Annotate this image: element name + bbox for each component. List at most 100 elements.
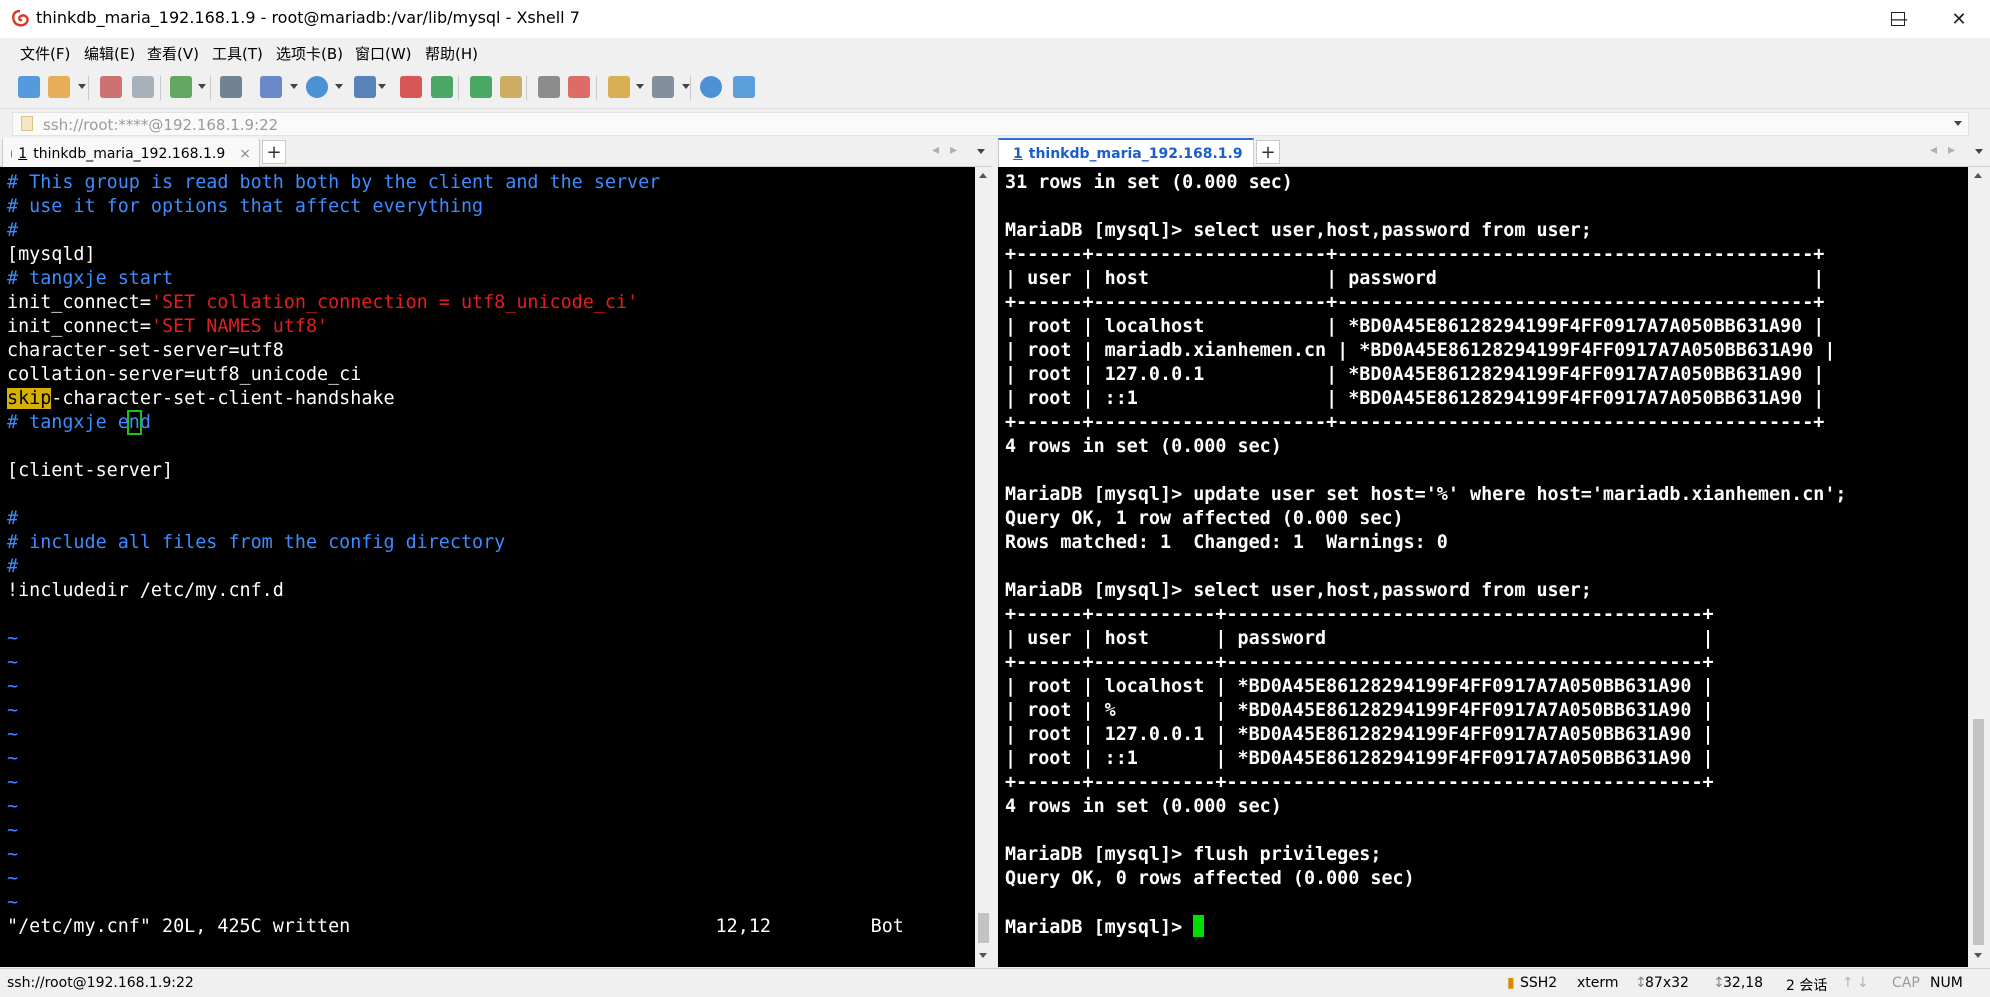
terminal-line: #: [7, 507, 904, 531]
terminal-line: character-set-server=utf8: [7, 339, 904, 363]
highlight-icon[interactable]: [568, 76, 590, 98]
terminal-line: collation-server=utf8_unicode_ci: [7, 363, 904, 387]
menu-tools[interactable]: 工具(T): [212, 43, 263, 64]
status-cursor: 32,18: [1723, 975, 1764, 991]
xftp-icon[interactable]: [400, 76, 422, 98]
dropdown-arrow-icon[interactable]: [335, 84, 343, 89]
tab-menu-icon[interactable]: [977, 149, 985, 154]
left-session-tab[interactable]: 1 thinkdb_maria_192.168.1.9 ×: [2, 138, 260, 167]
close-window-button[interactable]: ✕: [1930, 0, 1988, 38]
terminal-line: | root | localhost | *BD0A45E86128294199…: [1005, 676, 1714, 697]
terminal-line: ~: [7, 747, 904, 771]
open-folder-icon[interactable]: [48, 76, 70, 98]
terminal-line: | root | localhost | *BD0A45E86128294199…: [1005, 316, 1825, 337]
dropdown-arrow-icon[interactable]: [378, 84, 386, 89]
add-tab-button[interactable]: +: [262, 140, 286, 164]
session-up-icon[interactable]: ↑: [1842, 975, 1854, 991]
text-segment: ~: [7, 892, 19, 913]
chat-icon[interactable]: [733, 76, 755, 98]
disconnect-icon[interactable]: [100, 76, 122, 98]
terminal-line: | root | 127.0.0.1 | *BD0A45E86128294199…: [1005, 724, 1714, 745]
right-session-tab[interactable]: 1 thinkdb_maria_192.168.1.9 ×: [998, 138, 1268, 167]
dropdown-arrow-icon[interactable]: [78, 84, 86, 89]
dropdown-arrow-icon[interactable]: [198, 84, 206, 89]
terminal-line: | root | 127.0.0.1 | *BD0A45E86128294199…: [1005, 364, 1825, 385]
dropdown-arrow-icon[interactable]: [636, 84, 644, 89]
find-icon[interactable]: [220, 76, 242, 98]
plus-icon: +: [1260, 141, 1276, 163]
terminal-line: [mysqld]: [7, 243, 904, 267]
scroll-down-icon[interactable]: [979, 953, 987, 958]
lock-icon[interactable]: [500, 76, 522, 98]
menu-view[interactable]: 查看(V): [147, 43, 199, 64]
plus-icon: +: [266, 141, 282, 163]
menu-edit[interactable]: 编辑(E): [84, 43, 135, 64]
add-tab-button[interactable]: +: [1256, 140, 1280, 164]
status-term: xterm: [1577, 975, 1619, 991]
text-segment: skip: [7, 388, 52, 409]
text-segment: ~: [7, 820, 19, 841]
toolbar-separator: [210, 76, 211, 100]
left-scrollbar[interactable]: [975, 167, 992, 967]
right-terminal[interactable]: 31 rows in set (0.000 sec) MariaDB [mysql…: [998, 167, 1968, 967]
status-connection: ssh://root@192.168.1.9:22: [7, 975, 194, 991]
xmanager-icon[interactable]: [431, 76, 453, 98]
xshell-logo-icon: [12, 9, 29, 27]
terminal-line: init_connect='SET collation_connection =…: [7, 291, 904, 315]
right-tabstrip: 1 thinkdb_maria_192.168.1.9 × + ◂ ▸: [998, 136, 1990, 167]
font-icon[interactable]: [354, 76, 376, 98]
tab-prev-icon[interactable]: ◂: [932, 142, 939, 158]
scroll-thumb[interactable]: [978, 913, 989, 943]
scroll-down-icon[interactable]: [1974, 953, 1982, 958]
reconnect-icon[interactable]: [132, 76, 154, 98]
menu-file[interactable]: 文件(F): [20, 43, 70, 64]
globe-icon[interactable]: [306, 76, 328, 98]
terminal-line: ~: [7, 699, 904, 723]
text-segment: -character-set-client-handshake: [51, 388, 395, 409]
fullscreen-icon[interactable]: [470, 76, 492, 98]
transfer-icon[interactable]: [260, 76, 282, 98]
tab-next-icon[interactable]: ▸: [950, 142, 957, 158]
text-segment: ~: [7, 652, 19, 673]
menu-help[interactable]: 帮助(H): [425, 43, 478, 64]
menu-window[interactable]: 窗口(W): [355, 43, 412, 64]
text-segment: ~: [7, 676, 19, 697]
toolbar-separator: [690, 76, 691, 100]
session-down-icon[interactable]: ↓: [1857, 975, 1869, 991]
session-props-icon[interactable]: [170, 76, 192, 98]
dropdown-arrow-icon[interactable]: [682, 84, 690, 89]
terminal-line: Query OK, 0 rows affected (0.000 sec): [1005, 868, 1415, 889]
tab-menu-icon[interactable]: [1975, 149, 1983, 154]
terminal-line: Query OK, 1 row affected (0.000 sec): [1005, 508, 1404, 529]
layout-icon[interactable]: [652, 76, 674, 98]
terminal-line: Rows matched: 1 Changed: 1 Warnings: 0: [1005, 532, 1448, 553]
tab-close-icon[interactable]: ×: [239, 146, 251, 162]
maximize-button[interactable]: [1871, 0, 1929, 38]
text-segment: ~: [7, 628, 19, 649]
tab-prev-icon[interactable]: ◂: [1930, 142, 1937, 158]
tab-next-icon[interactable]: ▸: [1948, 142, 1955, 158]
address-text: ssh://root:****@192.168.1.9:22: [43, 116, 279, 134]
status-dot-icon: [11, 149, 13, 158]
address-dropdown-icon[interactable]: [1954, 121, 1962, 126]
help-icon[interactable]: [700, 76, 722, 98]
scroll-up-icon[interactable]: [979, 173, 987, 178]
menu-tabs[interactable]: 选项卡(B): [276, 43, 343, 64]
mysql-output: 31 rows in set (0.000 sec) MariaDB [mysql…: [1005, 171, 1846, 939]
text-segment: ~: [7, 796, 19, 817]
terminal-line: | root | mariadb.xianhemen.cn | *BD0A45E…: [1005, 340, 1836, 361]
right-scrollbar[interactable]: [1968, 167, 1990, 967]
scroll-up-icon[interactable]: [1974, 173, 1982, 178]
left-terminal[interactable]: # This group is read both both by the cl…: [0, 167, 975, 967]
address-input[interactable]: ssh://root:****@192.168.1.9:22: [12, 112, 1969, 136]
keyboard-icon[interactable]: [538, 76, 560, 98]
terminal-line: | user | host | password |: [1005, 268, 1825, 289]
dropdown-arrow-icon[interactable]: [290, 84, 298, 89]
compose-icon[interactable]: [608, 76, 630, 98]
status-protocol: SSH2: [1520, 975, 1558, 991]
maximize-icon: [1891, 12, 1905, 26]
new-session-icon[interactable]: [18, 76, 40, 98]
terminal-line: !includedir /etc/my.cnf.d: [7, 579, 904, 603]
tab-number: 1: [18, 145, 28, 162]
scroll-thumb[interactable]: [1973, 719, 1984, 945]
